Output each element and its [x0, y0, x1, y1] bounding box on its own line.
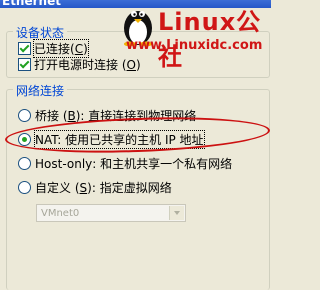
connect-on-power-checkbox[interactable]: [18, 58, 31, 71]
radio-hostonly-row[interactable]: Host-only: 和主机共享一个私有网络: [18, 155, 232, 172]
connected-label-wrap: 已连接(C): [33, 39, 89, 58]
vmnet-select[interactable]: VMnet0: [36, 204, 186, 222]
connect-on-power-label: 打开电源时连接: [34, 58, 119, 72]
radio-custom-key: S: [79, 180, 88, 195]
radio-bridged-label: 桥接: [35, 109, 60, 123]
vmnet-select-value: VMnet0: [41, 208, 80, 219]
radio-custom-label: 自定义: [35, 181, 72, 195]
radio-hostonly-desc: 和主机共享一个私有网络: [100, 157, 233, 171]
connected-label: 已连接: [34, 42, 71, 56]
chevron-down-icon: [169, 206, 184, 220]
connected-key: C: [74, 42, 84, 56]
radio-custom-row[interactable]: 自定义 (S): 指定虚拟网络: [18, 179, 172, 196]
watermark: Linux公社 www.Linuxidc.com: [120, 2, 270, 71]
radio-custom-desc: 指定虚拟网络: [99, 181, 172, 195]
window-title: Ethernet: [2, 0, 61, 8]
watermark-url: www.Linuxidc.com: [126, 38, 263, 53]
radio-custom[interactable]: [18, 181, 31, 194]
network-connection-legend: 网络连接: [13, 82, 68, 99]
radio-bridged[interactable]: [18, 109, 31, 122]
radio-hostonly-label: Host-only: [35, 156, 93, 171]
device-status-legend: 设备状态: [13, 24, 68, 41]
watermark-brand: Linux公社: [158, 8, 262, 71]
radio-hostonly[interactable]: [18, 157, 31, 170]
connected-checkbox-row[interactable]: 已连接(C): [18, 39, 89, 58]
radio-bridged-key: B: [67, 108, 76, 123]
connected-checkbox[interactable]: [18, 42, 31, 55]
